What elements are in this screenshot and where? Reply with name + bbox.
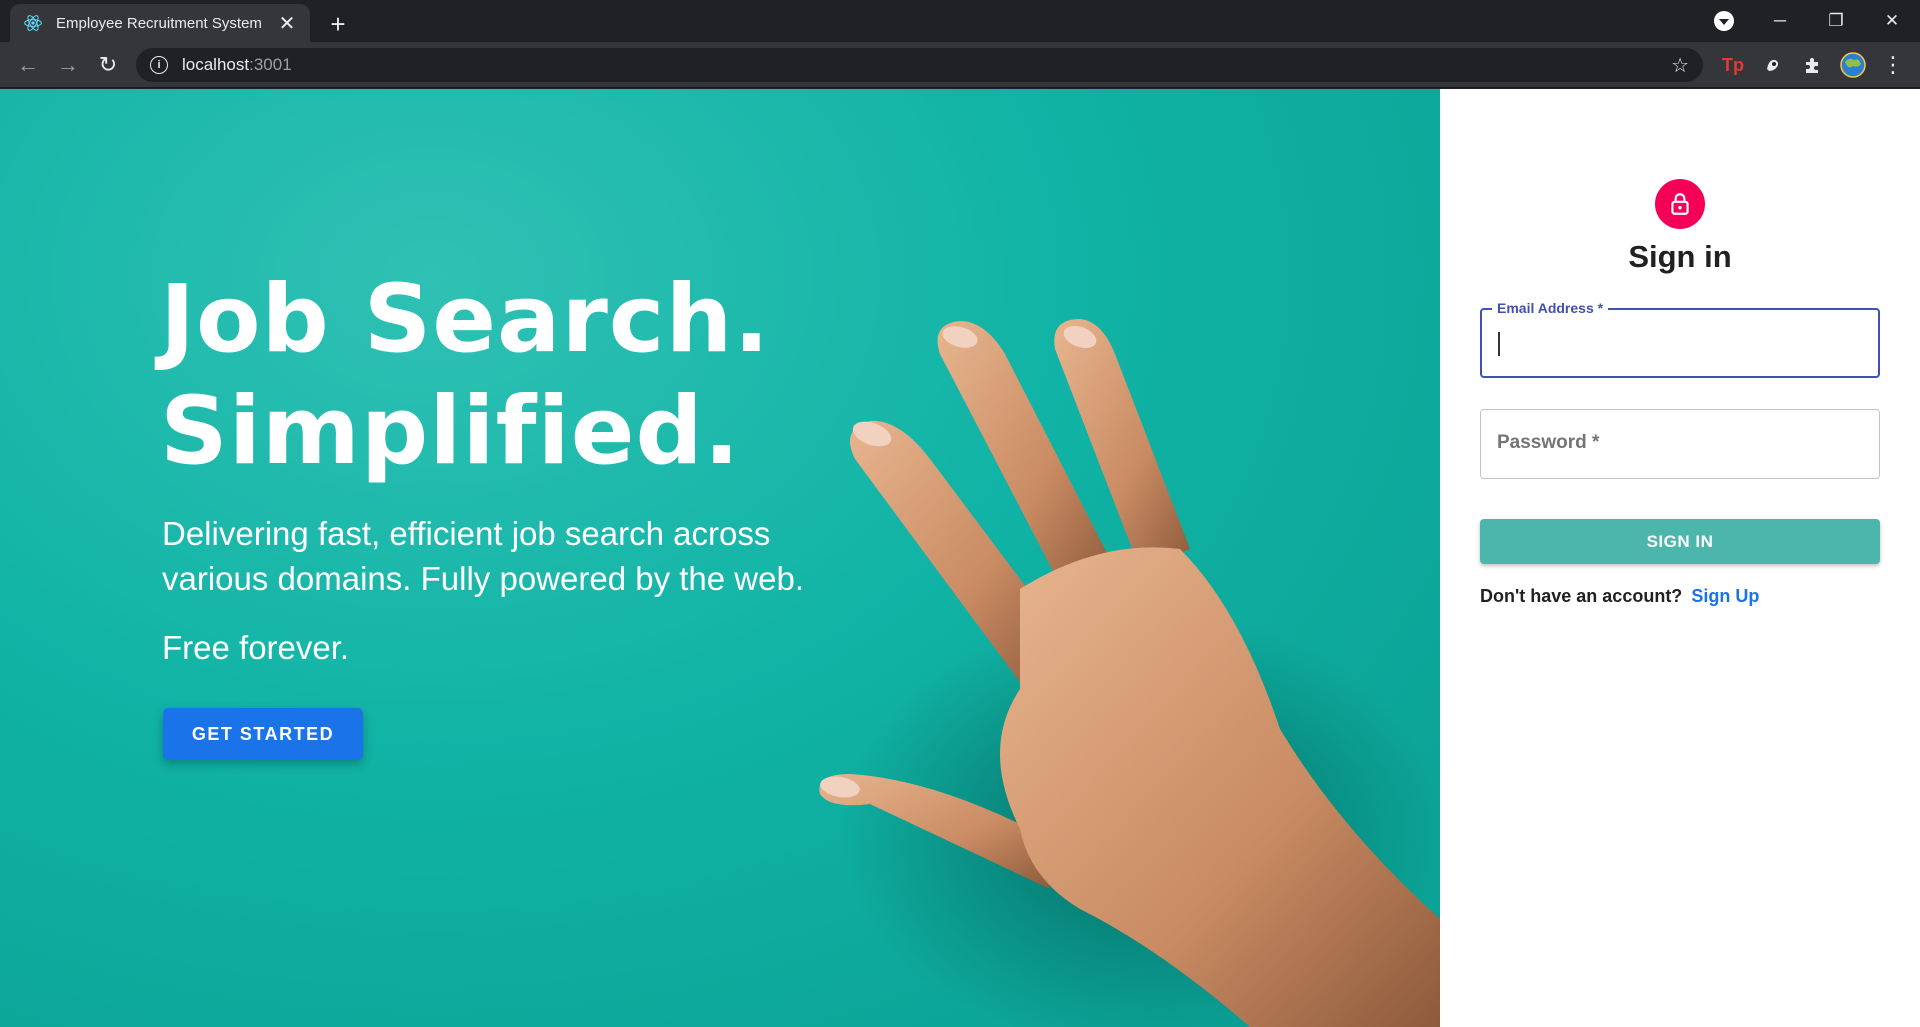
no-account-text: Don't have an account? [1480, 586, 1683, 606]
sign-in-button[interactable]: SIGN IN [1480, 519, 1880, 564]
chevron-down-icon [1714, 11, 1734, 31]
hero-free-text: Free forever. [162, 629, 350, 666]
signin-panel: Sign in Email Address * Password * SIGN … [1440, 89, 1920, 1027]
avatar[interactable] [1838, 50, 1868, 80]
forward-button[interactable]: → [52, 49, 84, 81]
password-placeholder: Password * [1497, 432, 1600, 453]
password-field[interactable]: Password * [1480, 409, 1880, 479]
tab-title: Employee Recruitment System [56, 14, 262, 32]
react-icon [22, 12, 44, 34]
sign-up-link[interactable]: Sign Up [1691, 586, 1759, 606]
minimize-button[interactable]: ─ [1752, 0, 1808, 42]
tab-close-icon[interactable]: ✕ [276, 12, 298, 35]
signup-prompt: Don't have an account? Sign Up [1480, 586, 1759, 607]
text-caret [1498, 332, 1500, 356]
email-label: Email Address * [1492, 300, 1609, 316]
lock-icon [1655, 179, 1705, 229]
hero-title-line-1: Job Search. [160, 265, 771, 374]
browser-tab-strip: Employee Recruitment System ✕ + ─ ❐ ✕ [0, 0, 1920, 42]
browser-tab[interactable]: Employee Recruitment System ✕ [10, 4, 310, 42]
reload-button[interactable]: ↻ [92, 49, 124, 81]
new-tab-button[interactable]: + [322, 8, 354, 40]
bookmark-star-icon[interactable]: ☆ [1671, 53, 1689, 78]
translate-extension-icon[interactable]: Tp [1718, 50, 1748, 80]
browser-toolbar: ← → ↻ i localhost :3001 ☆ Tp ⋮ [0, 42, 1920, 88]
restore-button[interactable]: ❐ [1808, 0, 1864, 42]
browser-menu-icon[interactable]: ⋮ [1878, 50, 1908, 80]
back-button[interactable]: ← [12, 49, 44, 81]
signin-title: Sign in [1628, 239, 1732, 274]
puzzle-icon[interactable] [1798, 50, 1828, 80]
hero-section: Job Search. Simplified. Delivering fast,… [0, 89, 1440, 1027]
email-field[interactable]: Email Address * [1480, 300, 1880, 378]
hero-title: Job Search. Simplified. [160, 264, 770, 488]
hero-subtitle: Delivering fast, efficient job search ac… [162, 515, 804, 597]
extension-icon[interactable] [1758, 50, 1788, 80]
url-port: :3001 [249, 55, 292, 74]
window-close-button[interactable]: ✕ [1864, 0, 1920, 42]
hero-title-line-2: Simplified. [160, 377, 741, 486]
get-started-button[interactable]: GET STARTED [163, 708, 363, 760]
url-host: localhost [182, 55, 250, 74]
hand-image [819, 319, 1440, 1027]
address-bar[interactable]: i localhost :3001 ☆ [136, 48, 1703, 82]
window-controls: ─ ❐ ✕ [1696, 0, 1920, 42]
profile-menu-button[interactable] [1696, 0, 1752, 42]
page: Job Search. Simplified. Delivering fast,… [0, 89, 1920, 1027]
info-icon[interactable]: i [150, 56, 168, 74]
